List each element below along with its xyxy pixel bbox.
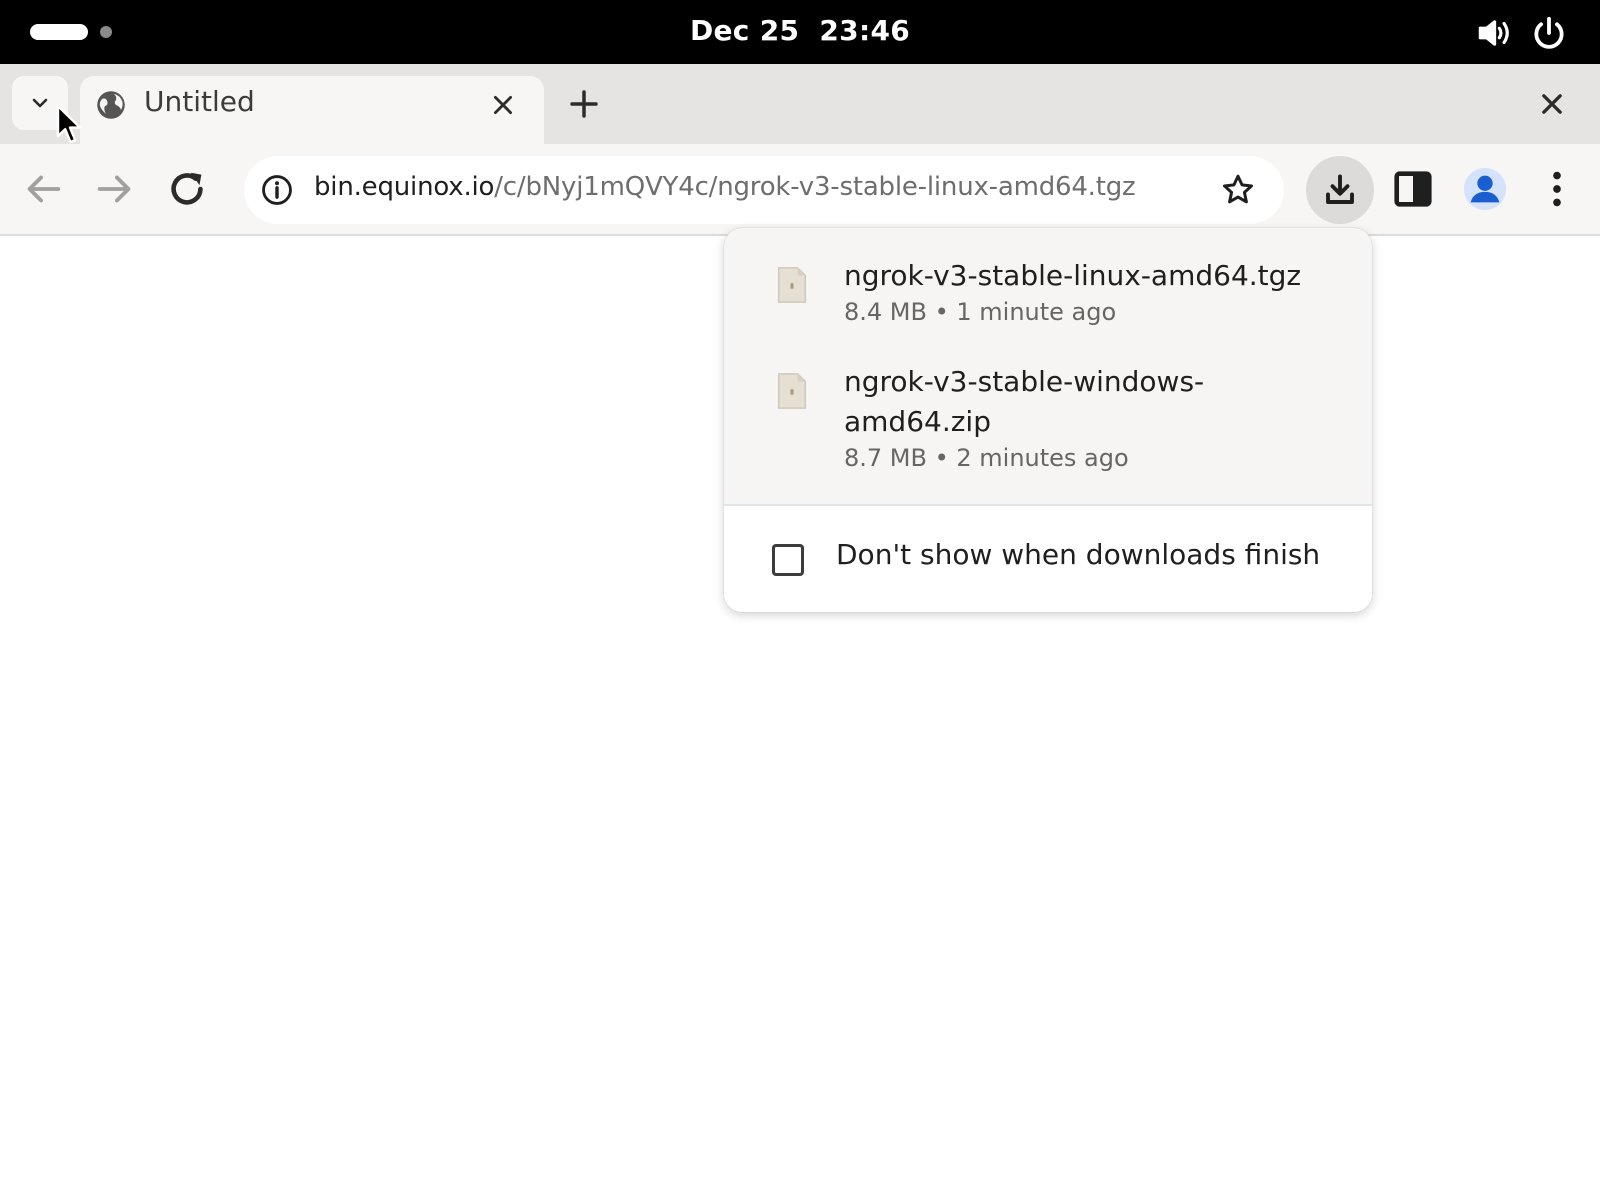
forward-icon xyxy=(97,175,131,203)
tab-title: Untitled xyxy=(144,85,255,118)
bookmark-star-icon[interactable] xyxy=(1220,172,1256,208)
url-text[interactable]: bin.equinox.io/c/bNyj1mQVY4c/ngrok-v3-st… xyxy=(314,172,1136,202)
close-tab-icon[interactable] xyxy=(490,92,516,118)
archive-file-icon xyxy=(777,373,807,409)
download-filename: ngrok-v3-stable-linux-amd64.tgz xyxy=(844,259,1302,292)
profile-icon xyxy=(1463,167,1507,211)
system-clock[interactable]: Dec 25 23:46 xyxy=(650,14,950,50)
download-item[interactable]: ngrok-v3-stable-windows- amd64.zip 8.7 M… xyxy=(724,336,1372,504)
dont-show-checkbox[interactable] xyxy=(772,544,804,576)
downloads-footer: Don't show when downloads finish xyxy=(724,506,1372,612)
side-panel-button[interactable] xyxy=(1390,166,1436,212)
download-icon xyxy=(1326,174,1354,204)
download-meta: 8.7 MB • 2 minutes ago xyxy=(844,444,1129,472)
url-path: /c/bNyj1mQVY4c/ngrok-v3-stable-linux-amd… xyxy=(494,172,1136,202)
chevron-down-icon xyxy=(32,98,48,108)
system-top-bar: Dec 25 23:46 xyxy=(0,0,1600,64)
reload-button[interactable] xyxy=(164,166,210,212)
dont-show-label[interactable]: Don't show when downloads finish xyxy=(836,538,1320,571)
archive-file-icon xyxy=(777,267,807,303)
volume-icon[interactable] xyxy=(1474,14,1512,52)
workspace-indicator-active xyxy=(30,24,88,40)
mouse-cursor-icon xyxy=(56,104,82,144)
download-item[interactable]: ngrok-v3-stable-linux-amd64.tgz 8.4 MB •… xyxy=(724,228,1372,336)
menu-button[interactable] xyxy=(1534,166,1580,212)
forward-button[interactable] xyxy=(92,166,138,212)
download-meta: 8.4 MB • 1 minute ago xyxy=(844,298,1117,326)
activities-button[interactable] xyxy=(18,18,128,46)
window-close-icon[interactable] xyxy=(1538,90,1566,118)
address-bar[interactable]: bin.equinox.io/c/bNyj1mQVY4c/ngrok-v3-st… xyxy=(244,156,1284,224)
back-button[interactable] xyxy=(20,166,66,212)
download-filename-line2: amd64.zip xyxy=(844,405,991,438)
browser-toolbar: bin.equinox.io/c/bNyj1mQVY4c/ngrok-v3-st… xyxy=(0,144,1600,236)
side-panel-icon xyxy=(1394,171,1432,207)
url-host: bin.equinox.io xyxy=(314,172,495,202)
menu-icon xyxy=(1553,171,1561,207)
power-icon[interactable] xyxy=(1530,14,1568,52)
profile-button[interactable] xyxy=(1462,166,1508,212)
download-filename-line1: ngrok-v3-stable-windows- xyxy=(844,365,1205,398)
reload-icon xyxy=(171,172,203,205)
new-tab-plus-icon[interactable] xyxy=(568,88,600,120)
tab-strip: Untitled xyxy=(0,64,1600,144)
back-icon xyxy=(27,175,61,203)
site-info-icon[interactable] xyxy=(260,173,294,207)
workspace-indicator-inactive xyxy=(100,26,112,38)
downloads-button[interactable] xyxy=(1306,156,1374,224)
globe-icon xyxy=(97,91,125,119)
downloads-bubble: ngrok-v3-stable-linux-amd64.tgz 8.4 MB •… xyxy=(724,228,1372,612)
tab-untitled[interactable]: Untitled xyxy=(80,76,544,144)
